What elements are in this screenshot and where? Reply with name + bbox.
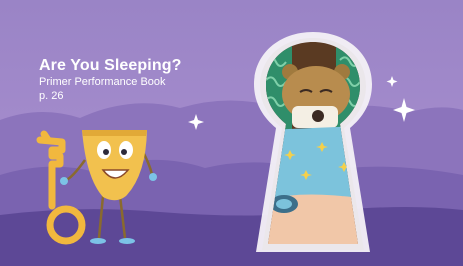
- slide-title: Are You Sleeping?: [39, 57, 182, 74]
- slide-title-block: Are You Sleeping? Primer Performance Boo…: [39, 57, 181, 103]
- slide-subtitle: Primer Performance Book: [39, 76, 166, 88]
- video-frame: Are You Sleeping? Primer Performance Boo…: [0, 0, 463, 266]
- sparkle-icon-small: [386, 76, 398, 87]
- foreground-ground: [0, 207, 463, 266]
- scene-illustration: [0, 32, 463, 266]
- slide-page-ref: p. 26: [39, 90, 64, 102]
